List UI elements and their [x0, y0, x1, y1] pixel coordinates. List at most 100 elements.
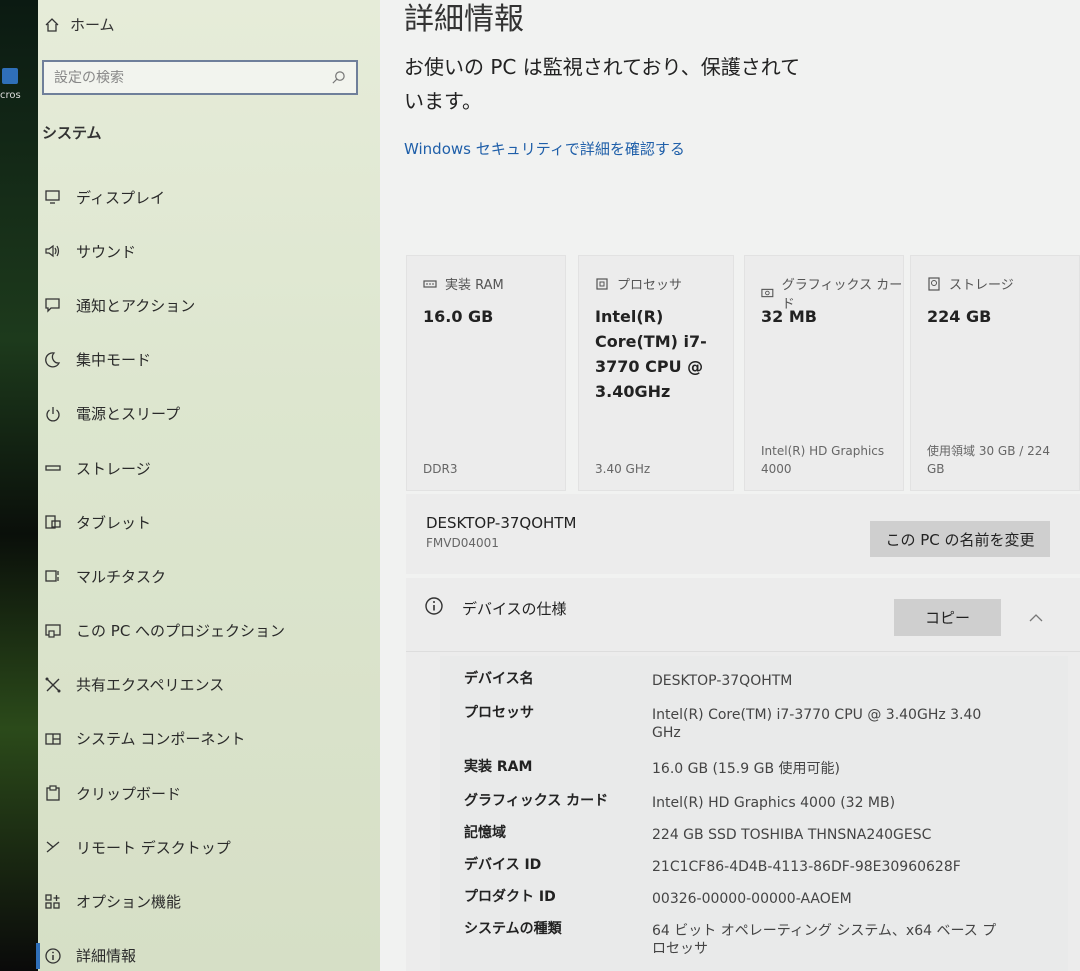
spec-value: 64 ビット オペレーティング システム、x64 ベース プロセッサ [652, 923, 997, 957]
home-icon [45, 17, 59, 32]
spec-label: 記憶域 [464, 825, 506, 841]
device-spec-panel: デバイスの仕様 コピー デバイス名 DESKTOP-37QOHTM プロセッサ … [406, 578, 1080, 971]
sidebar-item-label: マルチタスク [76, 567, 167, 586]
sidebar-item-multitask[interactable]: マルチタスク [38, 549, 380, 603]
storage-icon [45, 465, 61, 471]
section-title: システム [42, 124, 102, 142]
card-header: 実装 RAM [423, 274, 504, 293]
moon-icon [45, 351, 61, 368]
sidebar-item-label: 詳細情報 [76, 947, 137, 966]
spec-value: DESKTOP-37QOHTM [652, 673, 793, 689]
sidebar-item-optional-features[interactable]: オプション機能 [38, 874, 380, 928]
device-spec-list: デバイス名 DESKTOP-37QOHTM プロセッサ Intel(R) Cor… [440, 656, 1068, 971]
sidebar-item-label: オプション機能 [76, 893, 182, 912]
spec-label: プロセッサ [464, 705, 534, 721]
cpu-icon [596, 277, 608, 290]
monitor-icon [45, 190, 60, 204]
search-input[interactable] [54, 69, 314, 86]
sidebar-item-label: 通知とアクション [76, 296, 196, 315]
sidebar-item-label: この PC へのプロジェクション [76, 622, 286, 641]
sidebar-item-clipboard[interactable]: クリップボード [38, 766, 380, 820]
sidebar-item-notifications[interactable]: 通知とアクション [38, 278, 380, 332]
card-value: Intel(R) Core(TM) i7-3770 CPU @ 3.40GHz [595, 307, 707, 401]
card-sub: 使用領域 30 GB / 224 GB [927, 444, 1051, 476]
notification-icon [45, 298, 60, 314]
spec-label: 実装 RAM [464, 759, 533, 775]
desktop-app-icon[interactable] [2, 68, 18, 84]
sidebar-item-components[interactable]: システム コンポーネント [38, 712, 380, 766]
copy-button[interactable]: コピー [894, 599, 1001, 636]
spec-cards: 実装 RAM 16.0 GB DDR3 プロセッサ Intel(R) Core(… [406, 255, 1080, 491]
spec-label: グラフィックス カード [464, 793, 609, 809]
sidebar-item-storage[interactable]: ストレージ [38, 441, 380, 495]
spec-value: Intel(R) Core(TM) i7-3770 CPU @ 3.40GHz … [652, 707, 982, 741]
sidebar-item-label: リモート デスクトップ [76, 838, 231, 857]
card-sub: Intel(R) HD Graphics 4000 [761, 444, 885, 476]
options-icon [45, 893, 60, 909]
rename-pc-button[interactable]: この PC の名前を変更 [870, 521, 1050, 557]
ram-card: 実装 RAM 16.0 GB DDR3 [406, 255, 566, 491]
card-value: 32 MB [761, 307, 817, 326]
card-header-label: プロセッサ [617, 278, 683, 293]
about-page: 詳細情報 お使いの PC は監視されており、保護されています。 Windows … [380, 0, 1080, 971]
sidebar-item-label: システム コンポーネント [76, 730, 246, 749]
spec-value: 224 GB SSD TOSHIBA THNSNA240GESC [652, 827, 932, 843]
gpu-icon [761, 288, 774, 298]
sidebar-item-power[interactable]: 電源とスリープ [38, 387, 380, 441]
spec-label: システムの種類 [464, 921, 562, 937]
windows-security-link[interactable]: Windows セキュリティで詳細を確認する [404, 138, 685, 159]
multitask-icon [45, 570, 59, 583]
share-icon [45, 677, 61, 693]
storage-card-icon [928, 276, 940, 291]
card-value: 224 GB [927, 307, 992, 326]
component-icon [45, 733, 61, 745]
tablet-icon [45, 515, 61, 529]
home-link[interactable]: ホーム [44, 14, 115, 35]
sidebar-item-label: ディスプレイ [76, 188, 165, 207]
card-header-label: 実装 RAM [445, 278, 504, 293]
sidebar-item-label: ストレージ [76, 459, 151, 478]
sidebar-item-label: 電源とスリープ [76, 405, 181, 424]
spec-value: 21C1CF86-4D4B-4113-86DF-98E30960628F [652, 859, 961, 875]
ram-icon [423, 279, 437, 288]
speaker-icon [45, 245, 60, 258]
sidebar-item-sound[interactable]: サウンド [38, 224, 380, 278]
spec-label: デバイス名 [464, 671, 534, 687]
page-title: 詳細情報 [404, 2, 524, 37]
search-icon[interactable] [331, 70, 346, 85]
desktop-background: cros [0, 0, 38, 971]
sidebar-item-about[interactable]: 詳細情報 [36, 929, 380, 971]
settings-sidebar: ホーム システム ディスプレイ サウンド 通知とアクション 集中モード 電源とス… [36, 0, 380, 971]
processor-card: プロセッサ Intel(R) Core(TM) i7-3770 CPU @ 3.… [578, 255, 734, 491]
card-sub: DDR3 [423, 462, 458, 476]
sidebar-item-label: クリップボード [76, 784, 182, 803]
projection-icon [45, 623, 61, 638]
spec-value: 00326-00000-00000-AAOEM [652, 891, 852, 907]
protection-status-text: お使いの PC は監視されており、保護されています。 [404, 55, 801, 113]
device-name: DESKTOP-37QOHTM [426, 514, 577, 532]
sidebar-item-display[interactable]: ディスプレイ [38, 170, 380, 224]
card-header-label: ストレージ [949, 278, 1014, 293]
device-spec-title: デバイスの仕様 [462, 600, 567, 618]
spec-value: Intel(R) HD Graphics 4000 (32 MB) [652, 795, 896, 811]
device-spec-header[interactable]: デバイスの仕様 コピー [406, 578, 1080, 652]
desktop-icon-label: cros [0, 90, 21, 101]
spec-label: デバイス ID [464, 857, 542, 873]
sidebar-item-remote[interactable]: リモート デスクトップ [38, 820, 380, 874]
sidebar-item-focus[interactable]: 集中モード [38, 333, 380, 387]
card-header: ストレージ [927, 274, 1014, 293]
search-box[interactable] [42, 60, 358, 95]
sidebar-nav: ディスプレイ サウンド 通知とアクション 集中モード 電源とスリープ ストレージ… [36, 170, 380, 971]
sidebar-item-projection[interactable]: この PC へのプロジェクション [38, 604, 380, 658]
sidebar-item-label: サウンド [76, 242, 137, 261]
storage-card: ストレージ 224 GB 使用領域 30 GB / 224 GB [910, 255, 1080, 491]
sidebar-item-label: 共有エクスペリエンス [76, 676, 225, 695]
card-value: 16.0 GB [423, 307, 494, 326]
chevron-up-icon[interactable] [1028, 610, 1044, 626]
card-header: プロセッサ [595, 274, 682, 293]
card-sub: 3.40 GHz [595, 462, 651, 476]
spec-label: プロダクト ID [464, 889, 556, 905]
sidebar-item-tablet[interactable]: タブレット [38, 495, 380, 549]
info-circle-icon [425, 597, 443, 615]
sidebar-item-shared[interactable]: 共有エクスペリエンス [38, 658, 380, 712]
